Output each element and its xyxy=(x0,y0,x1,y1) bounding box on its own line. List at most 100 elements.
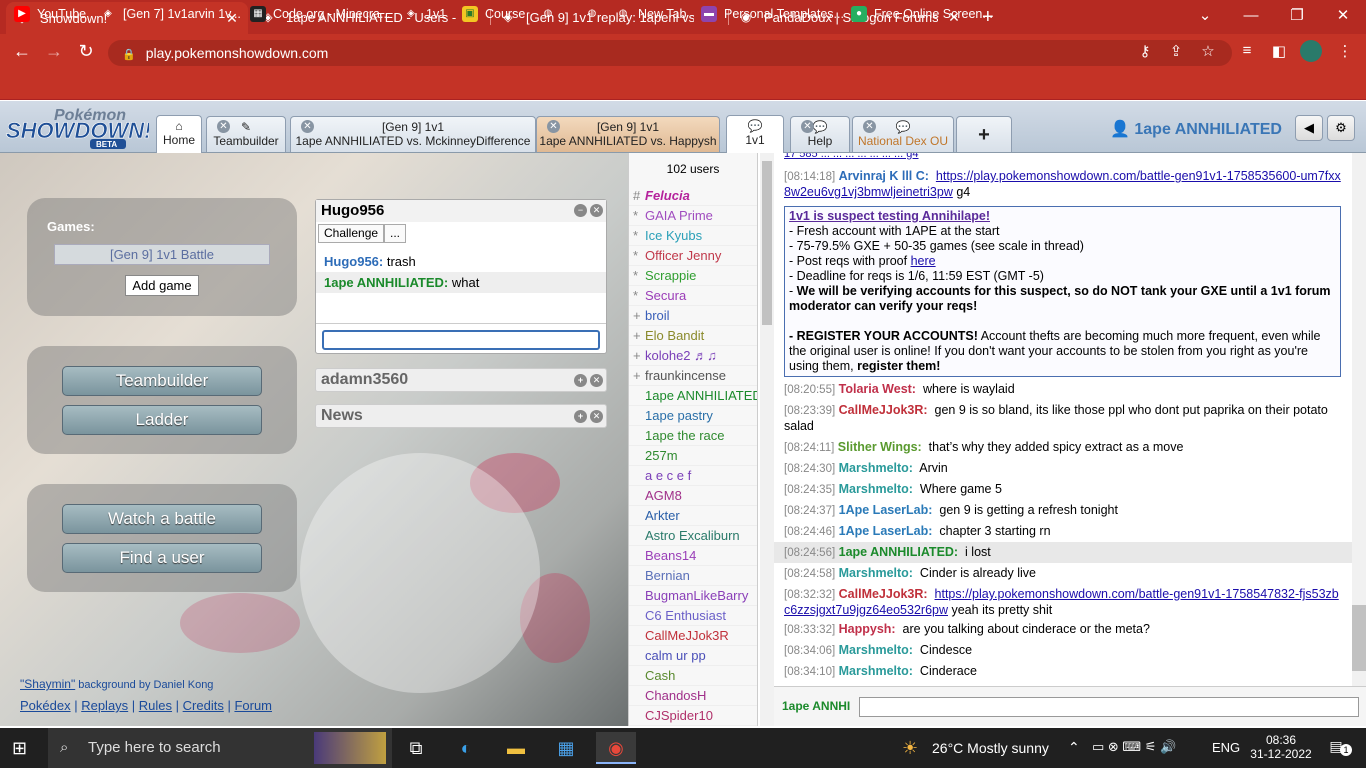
minimize-button[interactable]: — xyxy=(1228,0,1274,32)
userlist-item[interactable]: * GAIA Prime xyxy=(629,206,757,226)
userlist-item[interactable]: + Elo Bandit xyxy=(629,326,757,346)
chrome-icon[interactable]: ◉ xyxy=(596,732,636,764)
userlist-item[interactable]: C6 Enthusiast xyxy=(629,606,757,626)
windows-start-icon[interactable]: ⊞ xyxy=(12,738,27,759)
minimize-icon[interactable]: − xyxy=(574,204,587,217)
close-tab-icon[interactable]: ✕ xyxy=(547,120,560,133)
browser-tab-replay[interactable]: ◈ [Gen 9] 1v1 replay: 1apeni vs. STA ✕ xyxy=(492,0,726,34)
chat-scrollbar-thumb[interactable] xyxy=(1352,605,1366,671)
tab-search-chevron-icon[interactable]: ⌄ xyxy=(1182,0,1228,32)
scrollbar-thumb[interactable] xyxy=(762,161,772,325)
close-tab-icon[interactable]: ✕ xyxy=(863,120,876,133)
userlist-item[interactable]: CallMeJJok3R xyxy=(629,626,757,646)
task-view-icon[interactable]: ⧉ xyxy=(396,732,436,764)
chat-username[interactable]: Happysh: xyxy=(839,622,896,636)
bookmark-new-tab[interactable]: ◍ New Tab xyxy=(615,4,687,24)
chat-username[interactable]: Tolaria West: xyxy=(839,382,916,396)
star-icon[interactable]: ☆ xyxy=(1197,42,1219,60)
share-icon[interactable]: ⇪ xyxy=(1165,42,1187,60)
userlist-item[interactable]: BugmanLikeBarry xyxy=(629,586,757,606)
teambuilder-button[interactable]: Teambuilder xyxy=(62,366,262,396)
bookmark-globe-1[interactable]: ◍ xyxy=(540,4,563,24)
userlist-item[interactable]: 1ape ANNHILIATED xyxy=(629,386,757,406)
tab-battle-mckinney[interactable]: [Gen 9] 1v1 1ape ANNHILIATED vs. Mckinney… xyxy=(290,116,536,152)
close-tab-icon[interactable]: ✕ xyxy=(801,120,814,133)
userlist-item[interactable]: Cash xyxy=(629,666,757,686)
tab-teambuilder[interactable]: ✎ Teambuilder ✕ xyxy=(206,116,286,152)
userlist-scrollbar[interactable] xyxy=(760,153,774,726)
userlist-item[interactable]: + fraunkincense xyxy=(629,366,757,386)
edge-icon[interactable]: ◐ xyxy=(446,732,486,764)
notifications-icon[interactable]: ▤ 1 xyxy=(1324,738,1352,756)
userlist-item[interactable]: 1ape the race xyxy=(629,426,757,446)
tab-battle-happysh[interactable]: [Gen 9] 1v1 1ape ANNHILIATED vs. Happysh ✕ xyxy=(536,116,720,152)
bookmark-1v1[interactable]: ◈ 1v1 xyxy=(403,4,446,24)
chat-input-username[interactable]: 1ape ANNHI xyxy=(782,699,850,713)
userlist-item[interactable]: Bernian xyxy=(629,566,757,586)
userlist-item[interactable]: AGM8 xyxy=(629,486,757,506)
chat-username[interactable]: Marshmelto: xyxy=(839,461,913,475)
clock[interactable]: 08:36 31-12-2022 xyxy=(1246,733,1316,761)
address-bar[interactable]: 🔒 play.pokemonshowdown.com xyxy=(108,40,1232,66)
pm-sender[interactable]: Hugo956: xyxy=(324,254,383,269)
chevron-up-icon[interactable]: ⌃ xyxy=(1068,739,1080,756)
close-icon[interactable]: ✕ xyxy=(590,374,603,387)
userlist-item[interactable]: a e c e f xyxy=(629,466,757,486)
format-select[interactable]: [Gen 9] 1v1 Battle xyxy=(54,244,270,265)
pm-more-button[interactable]: ... xyxy=(384,224,407,243)
expand-icon[interactable]: + xyxy=(574,374,587,387)
credit-link[interactable]: "Shaymin" xyxy=(20,677,75,691)
side-panel-icon[interactable]: ◧ xyxy=(1268,42,1290,60)
bookmark-free-online-screen[interactable]: ● Free Online Screen... xyxy=(851,4,993,24)
announcement-title[interactable]: 1v1 is suspect testing Annihilape! xyxy=(789,209,990,223)
tab-room-natdex-ou[interactable]: 💬 National Dex OU ✕ xyxy=(852,116,954,152)
chat-input[interactable] xyxy=(859,697,1359,717)
pm-window-collapsed[interactable]: adamn3560 + ✕ xyxy=(315,368,607,392)
bookmark-personal-templates[interactable]: ▬ Personal Templates... xyxy=(701,4,844,24)
chat-username[interactable]: 1Ape LaserLab: xyxy=(839,503,933,517)
expand-icon[interactable]: + xyxy=(574,410,587,423)
file-explorer-icon[interactable]: ▬ xyxy=(496,732,536,764)
userlist-item[interactable]: * Officer Jenny xyxy=(629,246,757,266)
chat-username[interactable]: 1ape ANNHILIATED: xyxy=(839,545,958,559)
userlist-item[interactable]: 1ape pastry xyxy=(629,406,757,426)
chat-username[interactable]: Marshmelto: xyxy=(839,566,913,580)
userlist-item[interactable]: calm ur pp xyxy=(629,646,757,666)
userlist-item[interactable]: Beans14 xyxy=(629,546,757,566)
pm-sender[interactable]: 1ape ANNHILIATED: xyxy=(324,275,448,290)
media-icon[interactable]: ≡ xyxy=(1236,42,1258,59)
store-icon[interactable]: ▦ xyxy=(546,732,586,764)
showdown-logo[interactable]: Pokémon SHOWDOWN! BETA xyxy=(4,104,149,150)
userlist-item[interactable]: ChandosH xyxy=(629,686,757,706)
bookmark-globe-2[interactable]: ◍ xyxy=(584,4,607,24)
chat-username[interactable]: Slither Wings: xyxy=(838,440,922,454)
forward-arrow-icon[interactable]: → xyxy=(40,38,68,64)
profile-avatar[interactable] xyxy=(1300,40,1322,62)
challenge-button[interactable]: Challenge xyxy=(318,224,385,243)
userlist-item[interactable]: * Ice Kyubs xyxy=(629,226,757,246)
pm-input[interactable] xyxy=(322,330,600,350)
pm-title[interactable]: Hugo956 xyxy=(316,200,606,222)
sound-button[interactable]: ◀ xyxy=(1295,115,1323,141)
userlist-item[interactable]: # Felucia xyxy=(629,186,757,206)
reload-icon[interactable]: ↻ xyxy=(72,38,100,64)
rules-link[interactable]: Rules xyxy=(139,698,172,713)
restore-button[interactable]: ❐ xyxy=(1274,0,1320,32)
close-icon[interactable]: ✕ xyxy=(590,204,603,217)
chat-username[interactable]: Marshmelto: xyxy=(839,482,913,496)
bookmark-code-org[interactable]: ▦ Code.org - Minecra... xyxy=(250,4,390,24)
watch-battle-button[interactable]: Watch a battle xyxy=(62,504,262,534)
replays-link[interactable]: Replays xyxy=(81,698,128,713)
news-window-collapsed[interactable]: News + ✕ xyxy=(315,404,607,428)
userlist-item[interactable]: 257m xyxy=(629,446,757,466)
user-count[interactable]: 102 users xyxy=(629,153,757,186)
bookmark-course[interactable]: ▣ Course xyxy=(462,4,525,24)
options-button[interactable]: ⚙ xyxy=(1327,115,1355,141)
ladder-button[interactable]: Ladder xyxy=(62,405,262,435)
forum-link[interactable]: Forum xyxy=(234,698,272,713)
close-window-button[interactable]: ✕ xyxy=(1320,0,1366,32)
userlist-item[interactable]: + broil xyxy=(629,306,757,326)
tab-new-room[interactable]: + xyxy=(956,116,1012,152)
here-link[interactable]: here xyxy=(911,254,936,268)
background-credit[interactable]: "Shaymin" background by Daniel Kong xyxy=(20,677,213,691)
